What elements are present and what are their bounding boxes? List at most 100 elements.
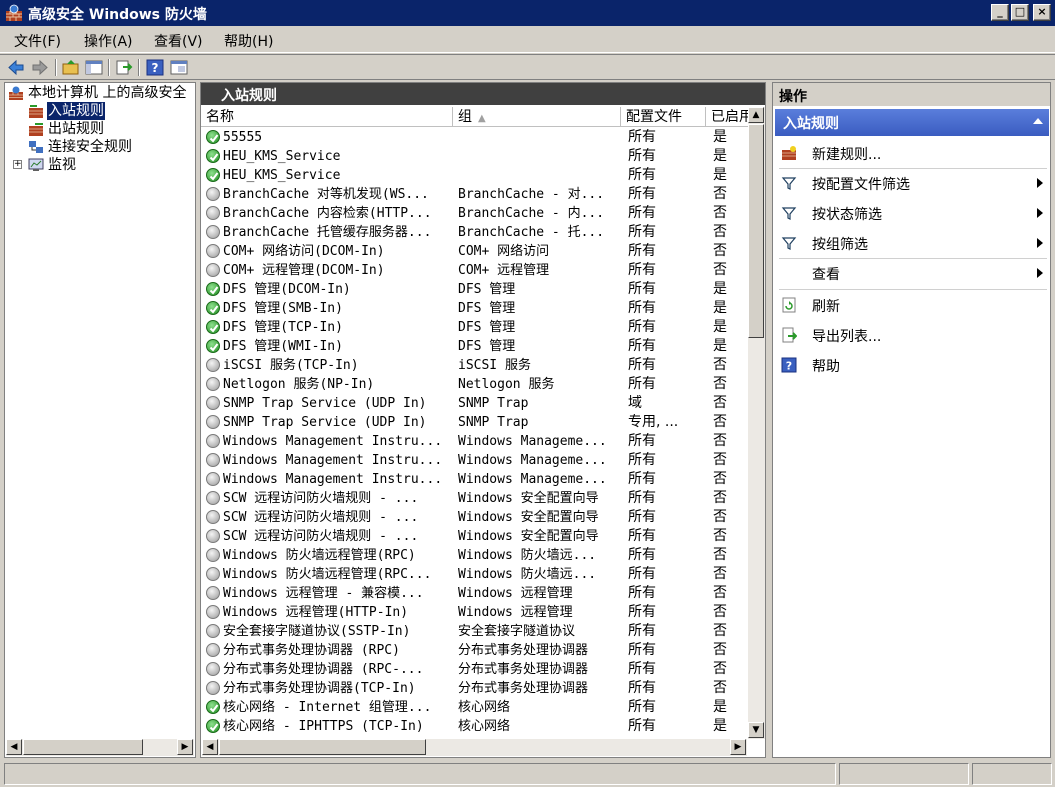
scroll-down-button[interactable]: ▼: [748, 722, 764, 738]
column-header-profile[interactable]: 配置文件: [621, 107, 706, 127]
table-row[interactable]: 分布式事务处理协调器(TCP-In) 分布式事务处理协调器 所有 否: [201, 679, 747, 698]
scroll-thumb[interactable]: [219, 739, 426, 755]
table-row[interactable]: Windows Management Instru... Windows Mana…: [201, 451, 747, 470]
table-row[interactable]: SCW 远程访问防火墙规则 - ... Windows 安全配置向导 所有 否: [201, 508, 747, 527]
table-row[interactable]: 核心网络 - Internet 组管理... 核心网络 所有 是: [201, 698, 747, 717]
export-icon[interactable]: [114, 58, 134, 77]
action-new-rule[interactable]: 新建规则...: [775, 139, 1049, 167]
table-row[interactable]: DFS 管理(WMI-In) DFS 管理 所有 是: [201, 337, 747, 356]
table-row[interactable]: SNMP Trap Service (UDP In) SNMP Trap 专用, .…: [201, 413, 747, 432]
cell-name: HEU_KMS_Service: [223, 168, 341, 183]
actions-pane: 操作 入站规则 新建规则... 按配置文件筛选 按状态筛选 按组筛选 查看 刷新…: [772, 82, 1051, 758]
column-label: 组: [458, 109, 472, 125]
cell-enabled: 否: [713, 186, 727, 202]
table-row[interactable]: Windows 远程管理(HTTP-In) Windows 远程管理 所有 否: [201, 603, 747, 622]
forward-icon[interactable]: [30, 58, 50, 77]
table-row[interactable]: 分布式事务处理协调器 (RPC) 分布式事务处理协调器 所有 否: [201, 641, 747, 660]
rules-vertical-scrollbar[interactable]: ▲ ▼: [748, 107, 765, 739]
table-row[interactable]: iSCSI 服务(TCP-In) iSCSI 服务 所有 否: [201, 356, 747, 375]
table-row[interactable]: Windows 防火墙远程管理(RPC) Windows 防火墙远... 所有 否: [201, 546, 747, 565]
cell-profile: 所有: [628, 699, 656, 715]
rule-disabled-icon: [206, 510, 220, 524]
tree-item-connection-security[interactable]: 连接安全规则: [5, 138, 195, 156]
table-row[interactable]: DFS 管理(TCP-In) DFS 管理 所有 是: [201, 318, 747, 337]
table-row[interactable]: BranchCache 内容检索(HTTP... BranchCache - 内.…: [201, 204, 747, 223]
tree-horizontal-scrollbar[interactable]: ◀ ▶: [6, 739, 194, 756]
cell-name: 核心网络 - IPHTTPS (TCP-In): [223, 719, 424, 734]
column-header-name[interactable]: 名称: [201, 107, 453, 127]
maximize-button[interactable]: □: [1011, 4, 1029, 21]
cell-profile: 所有: [628, 224, 656, 240]
menu-file[interactable]: 文件(F): [14, 31, 61, 51]
scroll-left-button[interactable]: ◀: [6, 739, 22, 755]
scroll-left-button[interactable]: ◀: [202, 739, 218, 755]
table-row[interactable]: Windows Management Instru... Windows Mana…: [201, 470, 747, 489]
action-filter-profile[interactable]: 按配置文件筛选: [775, 169, 1049, 197]
table-row[interactable]: DFS 管理(SMB-In) DFS 管理 所有 是: [201, 299, 747, 318]
table-row[interactable]: Windows 防火墙远程管理(RPC... Windows 防火墙远... 所有 否: [201, 565, 747, 584]
action-filter-group[interactable]: 按组筛选: [775, 229, 1049, 257]
menu-help[interactable]: 帮助(H): [224, 31, 273, 51]
scroll-right-button[interactable]: ▶: [730, 739, 746, 755]
monitoring-icon: [28, 158, 44, 171]
action-label: 按配置文件筛选: [812, 177, 910, 193]
table-row[interactable]: SCW 远程访问防火墙规则 - ... Windows 安全配置向导 所有 否: [201, 527, 747, 546]
table-row[interactable]: Netlogon 服务(NP-In) Netlogon 服务 所有 否: [201, 375, 747, 394]
cell-group: DFS 管理: [458, 282, 516, 297]
rule-disabled-icon: [206, 225, 220, 239]
inbound-rules-icon: [29, 105, 43, 118]
help-icon[interactable]: ?: [145, 58, 165, 77]
back-icon[interactable]: [6, 58, 26, 77]
table-row[interactable]: 55555 所有 是: [201, 128, 747, 147]
column-header-enabled[interactable]: 已启用: [706, 107, 749, 127]
table-row[interactable]: BranchCache 托管缓存服务器... BranchCache - 托...…: [201, 223, 747, 242]
rules-table-body: 55555 所有是 HEU_KMS_Service 所有是 HEU_KMS_Servic…: [201, 128, 747, 738]
minimize-button[interactable]: _: [991, 4, 1009, 21]
cell-name: COM+ 网络访问(DCOM-In): [223, 244, 385, 259]
table-row[interactable]: 安全套接字隧道协议(SSTP-In) 安全套接字隧道协议 所有 否: [201, 622, 747, 641]
table-row[interactable]: COM+ 网络访问(DCOM-In) COM+ 网络访问 所有 否: [201, 242, 747, 261]
table-row[interactable]: Windows 远程管理 - 兼容模... Windows 远程管理 所有 否: [201, 584, 747, 603]
cell-profile: 所有: [628, 357, 656, 373]
table-row[interactable]: COM+ 远程管理(DCOM-In) COM+ 远程管理 所有 否: [201, 261, 747, 280]
menu-action[interactable]: 操作(A): [84, 31, 133, 51]
cell-enabled: 否: [713, 414, 727, 430]
tree-item-monitoring[interactable]: + 监视: [5, 156, 195, 174]
action-help[interactable]: ? 帮助: [775, 351, 1049, 379]
cell-profile: 所有: [628, 642, 656, 658]
submenu-arrow-icon: [1037, 208, 1043, 218]
scroll-up-button[interactable]: ▲: [748, 107, 764, 123]
table-row[interactable]: HEU_KMS_Service 所有 是: [201, 166, 747, 185]
up-folder-icon[interactable]: [61, 58, 81, 77]
scroll-thumb[interactable]: [23, 739, 143, 755]
expand-icon[interactable]: +: [13, 160, 22, 169]
close-button[interactable]: ×: [1033, 4, 1051, 21]
action-filter-state[interactable]: 按状态筛选: [775, 199, 1049, 227]
table-row[interactable]: SCW 远程访问防火墙规则 - ... Windows 安全配置向导 所有 否: [201, 489, 747, 508]
actions-section-header[interactable]: 入站规则: [775, 109, 1049, 136]
table-row[interactable]: 核心网络 - IPHTTPS (TCP-In) 核心网络 所有 是: [201, 717, 747, 736]
tree-root[interactable]: 本地计算机 上的高级安全: [5, 84, 195, 102]
cell-name: SNMP Trap Service (UDP In): [223, 415, 427, 430]
cell-enabled: 否: [713, 376, 727, 392]
tree-item-outbound[interactable]: 出站规则: [5, 120, 195, 138]
table-row[interactable]: SNMP Trap Service (UDP In) SNMP Trap 域 否: [201, 394, 747, 413]
table-row[interactable]: BranchCache 对等机发现(WS... BranchCache - 对..…: [201, 185, 747, 204]
action-refresh[interactable]: 刷新: [775, 291, 1049, 319]
column-header-group[interactable]: 组 ▲: [453, 107, 621, 127]
menu-view[interactable]: 查看(V): [154, 31, 203, 51]
collapse-icon[interactable]: [1033, 118, 1043, 124]
scroll-thumb[interactable]: [748, 124, 764, 338]
scroll-right-button[interactable]: ▶: [177, 739, 193, 755]
table-row[interactable]: DFS 管理(DCOM-In) DFS 管理 所有 是: [201, 280, 747, 299]
show-hide-tree-icon[interactable]: [84, 58, 104, 77]
table-row[interactable]: 分布式事务处理协调器 (RPC-... 分布式事务处理协调器 所有 否: [201, 660, 747, 679]
table-row[interactable]: HEU_KMS_Service 所有 是: [201, 147, 747, 166]
tree-item-inbound[interactable]: 入站规则: [5, 101, 195, 121]
rules-horizontal-scrollbar[interactable]: ◀ ▶: [202, 739, 747, 756]
action-export-list[interactable]: 导出列表...: [775, 321, 1049, 349]
properties-icon[interactable]: [169, 58, 189, 77]
action-label: 导出列表...: [812, 329, 882, 345]
action-view[interactable]: 查看: [775, 259, 1049, 287]
table-row[interactable]: Windows Management Instru... Windows Mana…: [201, 432, 747, 451]
